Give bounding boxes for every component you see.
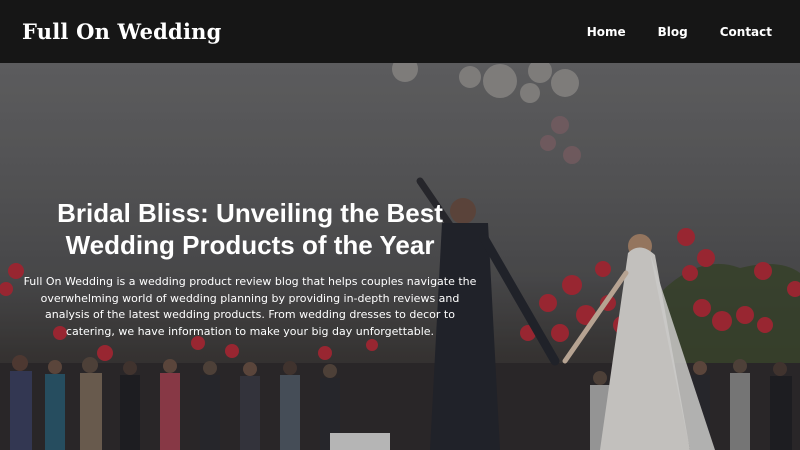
nav-links: Home Blog Contact [571,25,788,39]
hero-title: Bridal Bliss: Unveiling the Best Wedding… [57,198,443,260]
nav-contact-link[interactable]: Contact [720,25,772,39]
hero-description: Full On Wedding is a wedding product rev… [23,275,477,338]
nav-blog-link[interactable]: Blog [658,25,688,39]
navbar: Full On Wedding Home Blog Contact [0,0,800,63]
hero-section: Bridal Bliss: Unveiling the Best Wedding… [0,63,800,450]
nav-home-link[interactable]: Home [587,25,626,39]
brand-logo[interactable]: Full On Wedding [22,19,221,44]
